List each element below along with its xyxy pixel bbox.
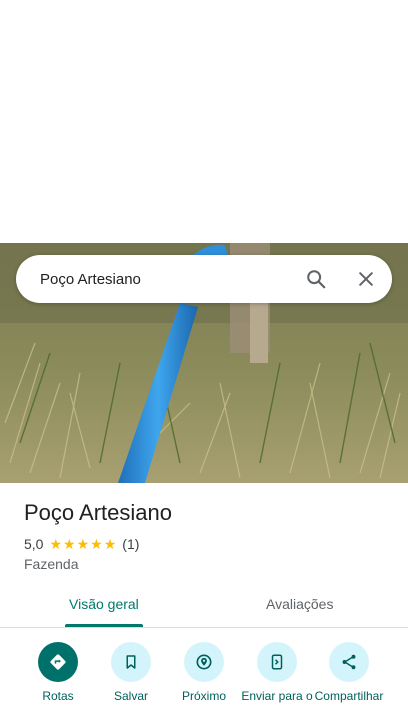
action-buttons: Rotas Salvar Próximo Enviar para o Compa… <box>0 640 408 726</box>
share-button[interactable]: Compartilhar <box>309 640 389 703</box>
send-to-phone-button[interactable]: Enviar para o <box>237 640 317 703</box>
nearby-circle <box>184 642 224 682</box>
tab-overview[interactable]: Visão geral <box>69 596 139 612</box>
directions-button[interactable]: Rotas <box>18 640 98 703</box>
place-category: Fazenda <box>24 556 79 572</box>
search-bar[interactable]: Poço Artesiano <box>16 255 392 303</box>
close-icon[interactable] <box>350 263 382 295</box>
place-name: Poço Artesiano <box>24 500 172 525</box>
map-blank-area <box>0 0 408 243</box>
directions-label: Rotas <box>42 689 74 703</box>
share-icon <box>342 654 356 670</box>
review-count[interactable]: (1) <box>122 536 139 552</box>
search-icon[interactable] <box>300 263 332 295</box>
save-circle <box>111 642 151 682</box>
star-rating: ★ ★ ★ ★ ★ <box>49 537 116 551</box>
star-icon: ★ <box>49 536 63 552</box>
tab-bar: Visão geral Avaliações <box>0 584 408 628</box>
star-icon: ★ <box>63 536 76 552</box>
star-icon: ★ <box>76 536 90 552</box>
send-circle <box>257 642 297 682</box>
share-circle <box>329 642 369 682</box>
save-label: Salvar <box>113 689 148 703</box>
rating-value: 5,0 <box>24 536 44 552</box>
send-to-phone-icon <box>271 654 283 670</box>
star-icon: ★ <box>90 536 103 552</box>
nearby-button[interactable]: Próximo <box>164 640 244 703</box>
send-to-phone-label: Enviar para o <box>241 689 313 703</box>
nearby-label: Próximo <box>181 689 226 703</box>
star-icon: ★ <box>103 536 117 552</box>
save-button[interactable]: Salvar <box>91 640 171 703</box>
nearby-icon <box>196 654 212 670</box>
active-tab-indicator <box>65 624 143 627</box>
rating-row: 5,0 ★ ★ ★ ★ ★ (1) <box>24 536 139 552</box>
search-query-text[interactable]: Poço Artesiano <box>40 271 141 288</box>
share-label: Compartilhar <box>314 689 384 703</box>
directions-icon <box>50 654 66 670</box>
bookmark-icon <box>126 655 136 669</box>
directions-circle <box>38 642 78 682</box>
tab-reviews[interactable]: Avaliações <box>266 596 333 612</box>
